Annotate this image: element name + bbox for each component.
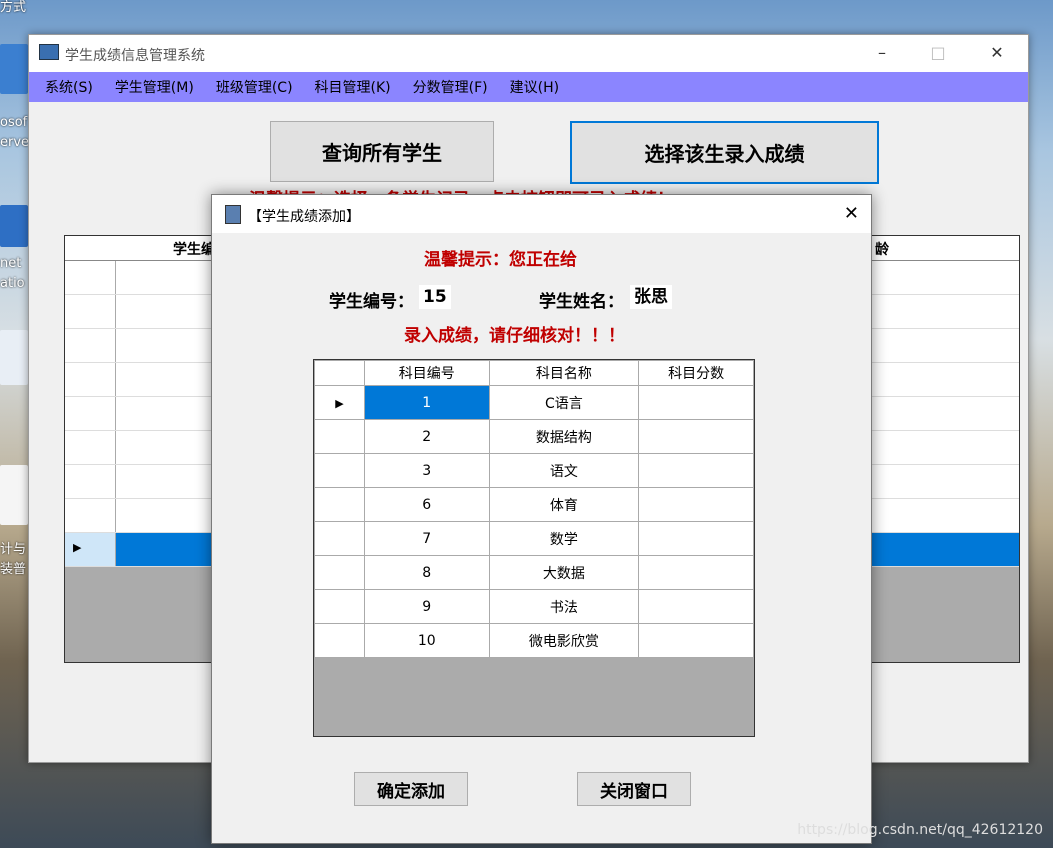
row-header[interactable]: ▶ — [65, 533, 116, 566]
desktop-label: 方式 — [0, 0, 27, 15]
minimize-icon[interactable]: – — [872, 43, 892, 62]
cell-subject-name[interactable]: C语言 — [488, 385, 640, 420]
app-monitor-icon — [39, 44, 59, 60]
select-student-enter-score-button[interactable]: 选择该生录入成绩 — [570, 121, 879, 184]
cell-subject-id[interactable]: 2 — [363, 419, 490, 454]
desktop-shield-icon[interactable] — [0, 205, 28, 247]
table-row[interactable]: ▶ 1 C语言 — [314, 385, 754, 420]
cell-subject-name[interactable]: 数据结构 — [488, 419, 640, 454]
main-titlebar[interactable]: 学生成绩信息管理系统 – □ ✕ — [29, 35, 1028, 72]
row-pointer-icon: ▶ — [73, 541, 82, 554]
menu-score[interactable]: 分数管理(F) — [413, 77, 488, 97]
table-row[interactable]: 7 数学 — [314, 521, 754, 556]
row-pointer-icon: ▶ — [335, 396, 344, 410]
student-id-label: 学生编号： — [329, 292, 414, 312]
row-header[interactable] — [314, 589, 365, 624]
desktop-label: net — [0, 256, 22, 271]
cell-subject-id[interactable]: 6 — [363, 487, 490, 522]
cell-score[interactable] — [638, 487, 754, 522]
desktop-file-icon[interactable] — [0, 330, 28, 385]
cell-subject-name[interactable]: 语文 — [488, 453, 640, 488]
grid-header-row: 科目编号 科目名称 科目分数 — [314, 360, 754, 386]
desktop-label: osof — [0, 115, 28, 130]
row-header[interactable] — [314, 419, 365, 454]
cell-subject-id[interactable]: 9 — [363, 589, 490, 624]
desktop-label: 装普 — [0, 562, 27, 577]
dialog-hint-line1: 温馨提示：您正在给 — [424, 250, 577, 270]
table-row[interactable]: 3 语文 — [314, 453, 754, 488]
dialog-hint-line2: 录入成绩，请仔细核对！！！ — [404, 326, 625, 346]
desktop-label: erve — [0, 135, 30, 150]
cell-subject-name[interactable]: 大数据 — [488, 555, 640, 590]
menu-class[interactable]: 班级管理(C) — [216, 77, 293, 97]
close-icon[interactable]: ✕ — [844, 203, 859, 224]
query-all-students-button[interactable]: 查询所有学生 — [270, 121, 494, 182]
table-row[interactable]: 9 书法 — [314, 589, 754, 624]
confirm-add-button[interactable]: 确定添加 — [354, 772, 468, 806]
cell-score[interactable] — [638, 521, 754, 556]
row-header[interactable] — [314, 623, 365, 658]
dialog-app-icon — [225, 205, 241, 224]
table-row[interactable]: 10 微电影欣赏 — [314, 623, 754, 658]
main-window-title: 学生成绩信息管理系统 — [65, 48, 205, 64]
table-row[interactable]: 6 体育 — [314, 487, 754, 522]
cell-subject-id[interactable]: 3 — [363, 453, 490, 488]
cell-score[interactable] — [638, 623, 754, 658]
table-row[interactable]: 8 大数据 — [314, 555, 754, 590]
row-header[interactable]: ▶ — [314, 385, 365, 420]
cell-subject-id[interactable]: 7 — [363, 521, 490, 556]
menu-suggest[interactable]: 建议(H) — [510, 77, 559, 97]
table-row[interactable]: 2 数据结构 — [314, 419, 754, 454]
cell-score[interactable] — [638, 589, 754, 624]
row-header[interactable] — [314, 555, 365, 590]
cell-subject-name[interactable]: 微电影欣赏 — [488, 623, 640, 658]
row-header[interactable] — [65, 363, 116, 396]
dialog-title: 【学生成绩添加】 — [248, 209, 360, 225]
cell-score[interactable] — [638, 419, 754, 454]
row-header[interactable] — [65, 499, 116, 532]
row-header[interactable] — [314, 521, 365, 556]
menu-student[interactable]: 学生管理(M) — [115, 77, 194, 97]
row-header[interactable] — [314, 453, 365, 488]
menu-system[interactable]: 系统(S) — [45, 77, 93, 97]
close-icon[interactable]: ✕ — [987, 43, 1007, 62]
cell-subject-id[interactable]: 8 — [363, 555, 490, 590]
watermark-text: https://blog.csdn.net/qq_42612120 — [797, 822, 1043, 838]
row-header[interactable] — [65, 431, 116, 464]
desktop-app-icon[interactable] — [0, 44, 28, 94]
menu-bar: 系统(S) 学生管理(M) 班级管理(C) 科目管理(K) 分数管理(F) 建议… — [29, 72, 1028, 102]
maximize-icon[interactable]: □ — [928, 43, 948, 62]
desktop-label: atio — [0, 276, 25, 291]
cell-subject-name[interactable]: 书法 — [488, 589, 640, 624]
row-header[interactable] — [65, 465, 116, 498]
score-add-dialog: 【学生成绩添加】 ✕ 温馨提示：您正在给 学生编号： 15 学生姓名： 张思 录… — [211, 194, 872, 844]
dialog-titlebar[interactable]: 【学生成绩添加】 ✕ — [212, 195, 871, 233]
close-window-button[interactable]: 关闭窗口 — [577, 772, 691, 806]
cell-subject-id[interactable]: 1 — [363, 385, 490, 420]
row-header[interactable] — [65, 397, 116, 430]
cell-subject-name[interactable]: 体育 — [488, 487, 640, 522]
row-header[interactable] — [65, 329, 116, 362]
cell-score[interactable] — [638, 453, 754, 488]
subject-score-grid[interactable]: 科目编号 科目名称 科目分数 ▶ 1 C语言 2 数据结构 3 语文 6 体育 … — [313, 359, 755, 737]
col-subject-id[interactable]: 科目编号 — [363, 360, 490, 386]
row-header-corner — [314, 360, 365, 386]
col-subject-name[interactable]: 科目名称 — [488, 360, 640, 386]
cell-score[interactable] — [638, 385, 754, 420]
student-name-value: 张思 — [630, 285, 672, 309]
desktop-doc-icon[interactable] — [0, 465, 28, 525]
student-name-label: 学生姓名： — [539, 292, 624, 312]
cell-subject-name[interactable]: 数学 — [488, 521, 640, 556]
menu-subject[interactable]: 科目管理(K) — [315, 77, 391, 97]
student-id-value: 15 — [419, 285, 451, 309]
grid-header-id: 学生编 — [173, 242, 215, 258]
row-header[interactable] — [65, 295, 116, 328]
desktop-label: 计与 — [0, 542, 27, 557]
col-subject-score[interactable]: 科目分数 — [638, 360, 754, 386]
row-header[interactable] — [65, 261, 116, 294]
row-header[interactable] — [314, 487, 365, 522]
grid-header-age: 龄 — [875, 242, 889, 258]
cell-score[interactable] — [638, 555, 754, 590]
cell-subject-id[interactable]: 10 — [363, 623, 490, 658]
